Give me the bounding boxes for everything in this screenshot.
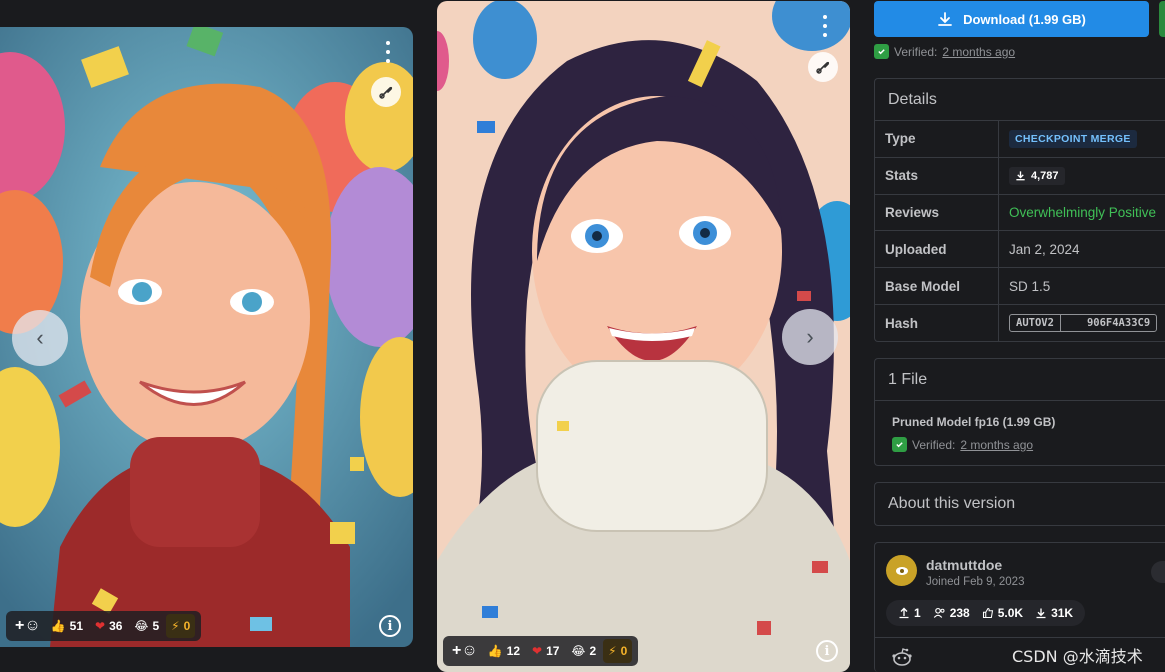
files-panel: 1 File Pruned Model fp16 (1.99 GB) Verif… <box>874 358 1165 466</box>
card-menu-button[interactable] <box>818 15 832 37</box>
detail-row-reviews: Reviews Overwhelmingly Positive <box>875 194 1165 232</box>
carousel-next-button[interactable]: › <box>782 309 838 365</box>
followers-stat: 238 <box>933 606 970 620</box>
creator-stats: 1 238 5.0K 31K <box>886 600 1086 626</box>
buzz-tip-button[interactable]: ⚡ 0 <box>603 639 633 663</box>
creator-name[interactable]: datmuttdoe <box>926 557 1002 573</box>
detail-row-uploaded: Uploaded Jan 2, 2024 <box>875 231 1165 269</box>
chevron-right-icon: › <box>806 324 814 349</box>
details-header[interactable]: Details <box>875 79 1165 121</box>
laugh-icon: 😂 <box>134 619 149 633</box>
hash-copy-button[interactable]: AUTOV2 906F4A33C9 <box>1009 314 1158 333</box>
shield-check-icon <box>892 437 907 452</box>
remix-button[interactable] <box>808 52 838 82</box>
shield-check-icon <box>874 44 889 59</box>
like-reaction[interactable]: 👍 12 <box>483 639 525 663</box>
file-name: Pruned Model fp16 (1.99 GB) <box>892 415 1056 429</box>
thumbs-up-icon <box>982 607 993 619</box>
follow-button[interactable] <box>1151 561 1165 583</box>
about-panel: About this version <box>874 482 1165 526</box>
image-info-button[interactable]: i <box>816 640 838 662</box>
laugh-reaction[interactable]: 😂 5 <box>129 614 164 638</box>
type-badge: CHECKPOINT MERGE <box>1009 129 1137 148</box>
reddit-link[interactable] <box>891 647 913 672</box>
upload-icon <box>899 607 909 619</box>
users-icon <box>933 607 945 618</box>
thumbs-up-icon: 👍 <box>487 644 503 658</box>
heart-reaction[interactable]: ❤ 36 <box>90 614 127 638</box>
verified-date-link[interactable]: 2 months ago <box>942 45 1015 59</box>
downloads-stat: 31K <box>1035 606 1073 620</box>
chevron-left-icon: ‹ <box>36 325 44 350</box>
file-verified: Verified: 2 months ago <box>892 437 1165 452</box>
heart-icon: ❤ <box>532 644 543 658</box>
carousel-prev-button[interactable]: ‹ <box>12 310 68 366</box>
like-reaction[interactable]: 👍 51 <box>46 614 88 638</box>
download-options-button[interactable] <box>1159 1 1165 37</box>
reaction-bar[interactable]: +☺ 👍 51 ❤ 36 😂 5 ⚡ 0 <box>6 611 202 641</box>
reviews-link[interactable]: Overwhelmingly Positive <box>1009 205 1156 220</box>
buzz-tip-button[interactable]: ⚡ 0 <box>166 614 196 638</box>
heart-reaction[interactable]: ❤ 17 <box>527 639 564 663</box>
files-header[interactable]: 1 File <box>875 359 1165 401</box>
likes-stat: 5.0K <box>982 606 1023 620</box>
download-icon <box>1016 171 1025 181</box>
image-card-2[interactable]: › +☺ 👍 12 ❤ 17 😂 2 ⚡ 0 i <box>437 1 850 672</box>
brush-icon <box>379 86 393 99</box>
reddit-icon <box>892 648 912 666</box>
detail-row-base-model: Base Model SD 1.5 <box>875 268 1165 305</box>
download-icon <box>938 12 952 26</box>
detail-row-type: Type CHECKPOINT MERGE <box>875 121 1165 158</box>
file-verified-date-link[interactable]: 2 months ago <box>960 438 1033 452</box>
info-icon: i <box>824 643 830 659</box>
creator-joined: Joined Feb 9, 2023 <box>926 576 1025 588</box>
card-menu-button[interactable] <box>381 41 395 63</box>
remix-button[interactable] <box>371 77 401 107</box>
thumbs-up-icon: 👍 <box>50 619 66 633</box>
download-icon <box>1036 608 1046 619</box>
about-header[interactable]: About this version <box>875 483 1165 525</box>
eye-icon <box>895 566 908 575</box>
download-count-badge: 4,787 <box>1009 166 1065 185</box>
detail-row-hash: Hash AUTOV2 906F4A33C9 <box>875 304 1165 342</box>
laugh-reaction[interactable]: 😂 2 <box>566 639 601 663</box>
heart-icon: ❤ <box>95 619 106 633</box>
avatar[interactable] <box>886 555 917 586</box>
add-reaction-button[interactable]: +☺ <box>449 639 481 663</box>
model-sidebar: Download (1.99 GB) Verified: 2 months ag… <box>874 0 1165 672</box>
watermark-text: CSDN @水滴技术 <box>1012 647 1143 666</box>
lightning-icon: ⚡ <box>608 644 617 658</box>
image-card-1[interactable]: ‹ +☺ 👍 51 ❤ 36 😂 5 ⚡ 0 i <box>0 27 413 647</box>
uploads-stat: 1 <box>898 606 921 620</box>
creator-divider <box>875 637 1165 638</box>
brush-icon <box>816 61 830 74</box>
info-icon: i <box>387 618 393 634</box>
lightning-icon: ⚡ <box>171 619 180 633</box>
download-button[interactable]: Download (1.99 GB) <box>874 1 1149 37</box>
laugh-icon: 😂 <box>571 644 586 658</box>
details-panel: Details Type CHECKPOINT MERGE Stats 4,78… <box>874 78 1165 342</box>
download-verified: Verified: 2 months ago <box>874 44 1015 59</box>
reaction-bar[interactable]: +☺ 👍 12 ❤ 17 😂 2 ⚡ 0 <box>443 636 639 666</box>
add-reaction-button[interactable]: +☺ <box>12 614 44 638</box>
detail-row-stats: Stats 4,787 <box>875 157 1165 195</box>
image-info-button[interactable]: i <box>379 615 401 637</box>
